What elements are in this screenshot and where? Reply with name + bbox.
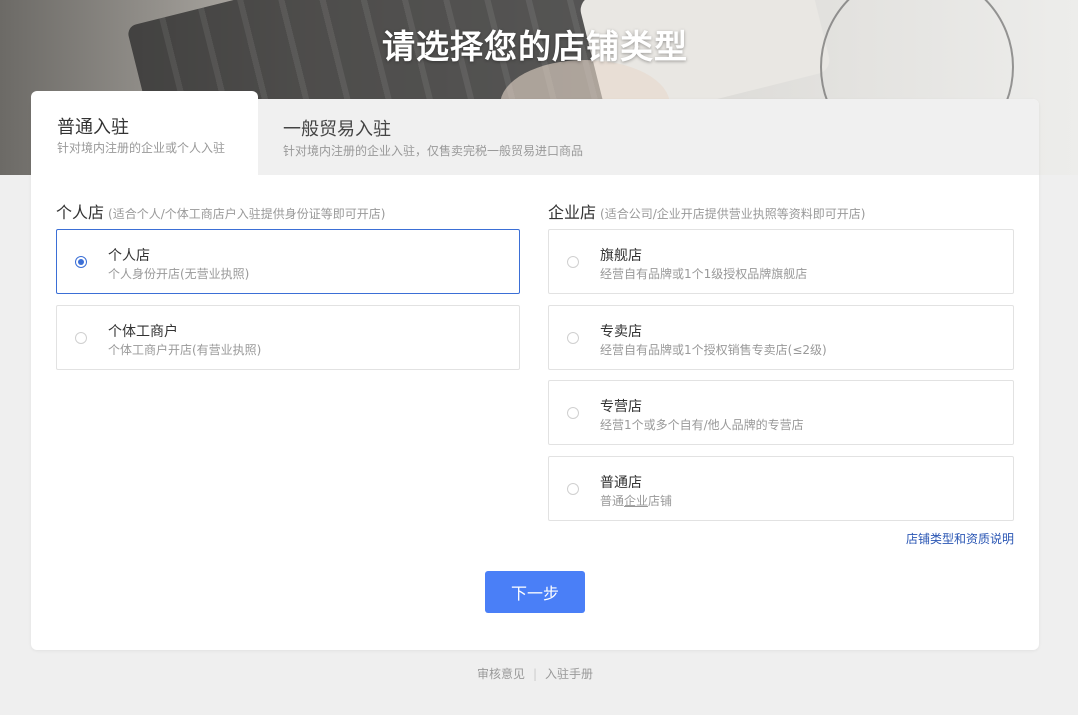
option-title: 个人店 xyxy=(108,245,150,265)
option-title: 专卖店 xyxy=(600,321,642,341)
personal-section-title: 个人店 (适合个人/个体工商店户入驻提供身份证等即可开店) xyxy=(56,199,385,223)
option-desc: 经营1个或多个自有/他人品牌的专营店 xyxy=(600,416,804,433)
enterprise-section-title: 企业店 (适合公司/企业开店提供营业执照等资料即可开店) xyxy=(548,199,865,223)
option-desc: 经营自有品牌或1个授权销售专卖店(≤2级) xyxy=(600,341,827,358)
option-title: 专营店 xyxy=(600,396,642,416)
desc-underlined-part: 企业 xyxy=(624,494,648,508)
tab-normal-entry[interactable]: 普通入驻 针对境内注册的企业或个人入驻 xyxy=(31,91,258,175)
radio-icon[interactable] xyxy=(567,407,579,419)
radio-icon[interactable] xyxy=(75,332,87,344)
option-desc: 个体工商户开店(有营业执照) xyxy=(108,341,261,358)
tab-general-trade-entry[interactable]: 一般贸易入驻 针对境内注册的企业入驻，仅售卖完税一般贸易进口商品 xyxy=(258,99,1039,175)
option-desc: 个人身份开店(无营业执照) xyxy=(108,265,249,282)
radio-selected-icon[interactable] xyxy=(75,256,87,268)
radio-icon[interactable] xyxy=(567,332,579,344)
section-note: (适合公司/企业开店提供营业执照等资料即可开店) xyxy=(600,207,865,221)
option-title: 普通店 xyxy=(600,472,642,492)
entry-manual-link[interactable]: 入驻手册 xyxy=(545,667,593,681)
section-heading: 企业店 xyxy=(548,203,596,222)
desc-part: 店铺 xyxy=(648,494,672,508)
tab-bar: 普通入驻 针对境内注册的企业或个人入驻 一般贸易入驻 针对境内注册的企业入驻，仅… xyxy=(31,99,1039,175)
option-title: 旗舰店 xyxy=(600,245,642,265)
option-exclusive-store[interactable]: 专卖店 经营自有品牌或1个授权销售专卖店(≤2级) xyxy=(548,305,1014,370)
review-opinion-link[interactable]: 审核意见 xyxy=(477,667,525,681)
tab-title: 普通入驻 xyxy=(57,113,129,139)
tab-desc: 针对境内注册的企业或个人入驻 xyxy=(57,139,225,156)
option-general-store[interactable]: 普通店 普通企业店铺 xyxy=(548,456,1014,521)
page-title: 请选择您的店铺类型 xyxy=(0,20,1070,68)
option-desc: 普通企业店铺 xyxy=(600,492,672,509)
option-flagship-store[interactable]: 旗舰店 经营自有品牌或1个1级授权品牌旗舰店 xyxy=(548,229,1014,294)
option-title: 个体工商户 xyxy=(108,321,178,341)
store-type-help-link[interactable]: 店铺类型和资质说明 xyxy=(906,530,1014,547)
next-step-button[interactable]: 下一步 xyxy=(485,571,585,613)
tab-title: 一般贸易入驻 xyxy=(283,115,391,141)
option-personal-store[interactable]: 个人店 个人身份开店(无营业执照) xyxy=(56,229,520,294)
footer: 审核意见 | 入驻手册 xyxy=(0,665,1070,682)
option-desc: 经营自有品牌或1个1级授权品牌旗舰店 xyxy=(600,265,807,282)
store-type-card: 普通入驻 针对境内注册的企业或个人入驻 一般贸易入驻 针对境内注册的企业入驻，仅… xyxy=(31,99,1039,650)
section-note: (适合个人/个体工商店户入驻提供身份证等即可开店) xyxy=(108,207,385,221)
radio-icon[interactable] xyxy=(567,256,579,268)
option-individual-business[interactable]: 个体工商户 个体工商户开店(有营业执照) xyxy=(56,305,520,370)
option-specialty-store[interactable]: 专营店 经营1个或多个自有/他人品牌的专营店 xyxy=(548,380,1014,445)
footer-separator: | xyxy=(533,667,537,681)
desc-part: 普通 xyxy=(600,494,624,508)
radio-icon[interactable] xyxy=(567,483,579,495)
section-heading: 个人店 xyxy=(56,203,104,222)
tab-desc: 针对境内注册的企业入驻，仅售卖完税一般贸易进口商品 xyxy=(283,142,583,159)
